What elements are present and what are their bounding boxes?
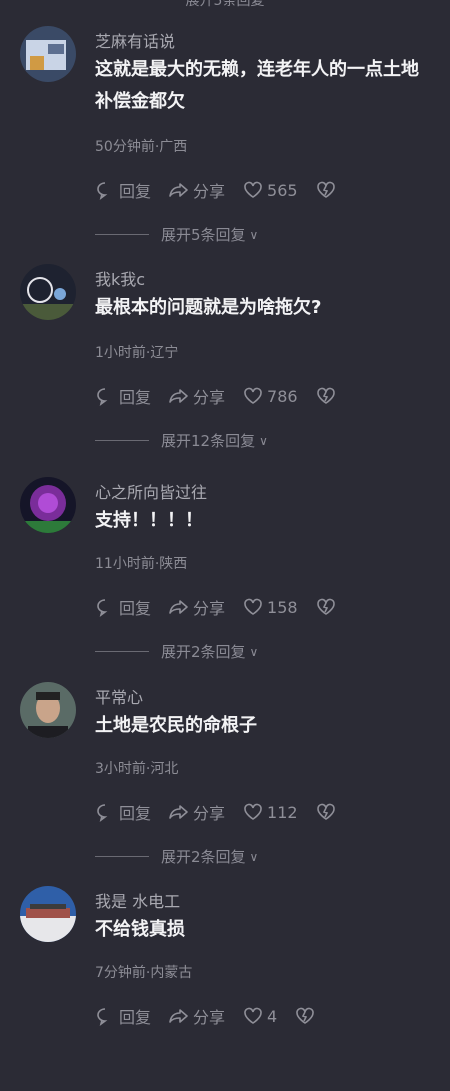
comment-item: 芝麻有话说 这就是最大的无赖，连老年人的一点土地补偿金都欠 50分钟前·广西 回…: [0, 26, 450, 244]
reply-icon: [97, 599, 108, 617]
broken-heart-icon: [316, 181, 335, 198]
comment-meta: 11小时前·陕西: [95, 556, 188, 572]
username[interactable]: 我是 水电工: [95, 888, 180, 912]
like-button[interactable]: 4: [243, 1006, 277, 1026]
like-button[interactable]: 786: [243, 386, 298, 406]
heart-icon: [244, 803, 262, 820]
reply-button[interactable]: 回复: [95, 595, 151, 619]
reply-icon: [97, 1008, 108, 1026]
share-icon: [169, 600, 188, 614]
share-icon: [169, 805, 188, 819]
broken-heart-icon: [316, 387, 335, 404]
share-button[interactable]: 分享: [169, 800, 225, 824]
dislike-button[interactable]: [316, 597, 340, 617]
expand-replies[interactable]: 展开2条回复 ∨: [95, 641, 258, 662]
share-button[interactable]: 分享: [169, 1004, 225, 1028]
chevron-down-icon: ∨: [249, 849, 259, 864]
comment-text: 支持！！！！: [95, 510, 203, 531]
chevron-down-icon: ∨: [249, 644, 259, 659]
comment-item: 心之所向皆过往 支持！！！！ 11小时前·陕西 回复 分享 158 展开2条回复…: [0, 477, 450, 682]
like-button[interactable]: 112: [243, 802, 298, 822]
like-button[interactable]: 158: [243, 597, 298, 617]
comment-actions: 回复 分享 4: [95, 1004, 337, 1028]
reply-icon: [97, 388, 108, 406]
comment-meta: 50分钟前·广西: [95, 139, 188, 155]
avatar[interactable]: [20, 886, 76, 942]
reply-icon: [97, 182, 108, 200]
share-icon: [169, 1009, 188, 1023]
share-button[interactable]: 分享: [169, 178, 225, 202]
dislike-button[interactable]: [316, 386, 340, 406]
dislike-button[interactable]: [316, 180, 340, 200]
divider: [95, 234, 149, 235]
comment-text: 这就是最大的无赖，连老年人的一点土地补偿金都欠: [95, 59, 419, 112]
chevron-down-icon: ∨: [259, 433, 268, 448]
reply-icon: [97, 804, 108, 822]
avatar[interactable]: [20, 264, 76, 320]
share-button[interactable]: 分享: [169, 384, 225, 408]
comment-actions: 回复 分享 112: [95, 800, 358, 824]
avatar[interactable]: [20, 26, 76, 82]
share-button[interactable]: 分享: [169, 595, 225, 619]
comment-text: 土地是农民的命根子: [95, 715, 257, 736]
expand-replies[interactable]: 展开12条回复 ∨: [95, 430, 268, 451]
comment-meta: 3小时前·河北: [95, 761, 179, 777]
heart-icon: [244, 181, 262, 198]
divider: [95, 856, 149, 857]
reply-button[interactable]: 回复: [95, 178, 151, 202]
divider: [95, 651, 149, 652]
comment-text: 不给钱真损: [95, 919, 185, 940]
comment-item: 我k我c 最根本的问题就是为啥拖欠? 1小时前·辽宁 回复 分享 786 展开1…: [0, 264, 450, 469]
expand-replies[interactable]: 展开5条回复 ∨: [95, 224, 258, 245]
broken-heart-icon: [296, 1007, 315, 1024]
dislike-button[interactable]: [316, 802, 340, 822]
comment-text: 最根本的问题就是为啥拖欠?: [95, 297, 322, 318]
reply-button[interactable]: 回复: [95, 1004, 151, 1028]
share-icon: [169, 183, 188, 197]
comment-meta: 1小时前·辽宁: [95, 345, 179, 361]
heart-icon: [244, 598, 262, 615]
broken-heart-icon: [316, 803, 335, 820]
reply-button[interactable]: 回复: [95, 800, 151, 824]
username[interactable]: 我k我c: [95, 266, 145, 290]
heart-icon: [244, 387, 262, 404]
share-icon: [169, 389, 188, 403]
chevron-down-icon: ∨: [249, 227, 259, 242]
comment-actions: 回复 分享 786: [95, 384, 358, 408]
username[interactable]: 芝麻有话说: [95, 28, 175, 52]
comment-item: 平常心 土地是农民的命根子 3小时前·河北 回复 分享 112 展开2条回复 ∨: [0, 682, 450, 887]
previous-expand-replies[interactable]: 展开5条回复: [0, 0, 450, 10]
broken-heart-icon: [316, 598, 335, 615]
divider: [95, 440, 149, 441]
expand-replies[interactable]: 展开2条回复 ∨: [95, 846, 258, 867]
reply-button[interactable]: 回复: [95, 384, 151, 408]
avatar[interactable]: [20, 477, 76, 533]
comment-actions: 回复 分享 158: [95, 595, 358, 619]
heart-icon: [244, 1007, 262, 1024]
comment-actions: 回复 分享 565: [95, 178, 358, 202]
comment-meta: 7分钟前·内蒙古: [95, 965, 193, 981]
username[interactable]: 平常心: [95, 684, 143, 708]
username[interactable]: 心之所向皆过往: [95, 479, 207, 503]
like-button[interactable]: 565: [243, 180, 298, 200]
dislike-button[interactable]: [295, 1006, 319, 1026]
avatar[interactable]: [20, 682, 76, 738]
comment-item: 我是 水电工 不给钱真损 7分钟前·内蒙古 回复 分享 4: [0, 886, 450, 1091]
